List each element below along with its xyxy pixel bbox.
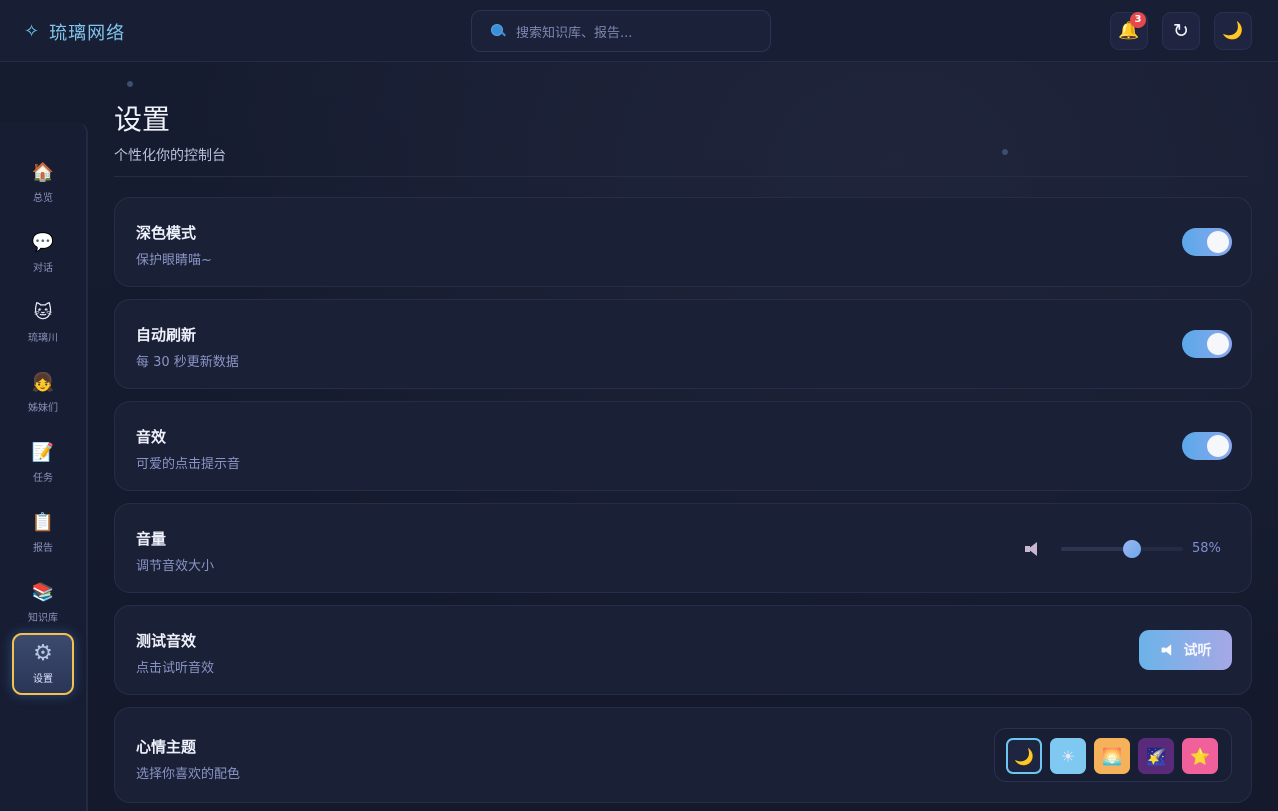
setting-title: 心情主题 xyxy=(136,738,197,756)
search-bar[interactable]: 搜索知识库、报告... xyxy=(471,10,771,52)
sidebar-item-sisters[interactable]: 👧 姊妹们 xyxy=(13,363,73,423)
header-divider xyxy=(114,176,1248,177)
listen-button[interactable]: 试听 xyxy=(1139,630,1232,670)
search-icon xyxy=(490,23,506,39)
search-input[interactable]: 搜索知识库、报告... xyxy=(516,22,632,41)
moon-icon: 🌙 xyxy=(1222,21,1244,41)
sidebar-item-knowledge-base[interactable]: 📚 知识库 xyxy=(13,573,73,633)
volume-slider-fill xyxy=(1061,547,1132,551)
setting-description: 可爱的点击提示音 xyxy=(136,457,241,472)
mood-theme-picker: 🌙 ☀ 🌅 🌠 ⭐ xyxy=(994,728,1232,782)
sidebar-item-label: 设置 xyxy=(33,673,53,685)
setting-description: 调节音效大小 xyxy=(136,559,215,574)
sidebar-item-liulichuan[interactable]: 🐱 琉璃川 xyxy=(13,293,73,353)
setting-auto-refresh: 自动刷新 每 30 秒更新数据 xyxy=(114,299,1252,389)
sunrise-icon: 🌅 xyxy=(1102,746,1122,766)
toggle-knob xyxy=(1207,231,1229,253)
moon-icon: 🌙 xyxy=(1014,746,1034,766)
sidebar: 🏠 总览 💬 对话 🐱 琉璃川 👧 姊妹们 📝 任务 📋 报告 📚 知识库 ⚙ … xyxy=(0,123,88,811)
sidebar-item-label: 任务 xyxy=(33,472,53,484)
sun-icon: ☀ xyxy=(1060,746,1076,766)
setting-title: 深色模式 xyxy=(136,224,197,242)
sidebar-item-label: 姊妹们 xyxy=(28,402,58,414)
listen-button-label: 试听 xyxy=(1183,643,1212,659)
sidebar-item-overview[interactable]: 🏠 总览 xyxy=(13,153,73,213)
sound-toggle[interactable] xyxy=(1182,432,1232,460)
setting-description: 选择你喜欢的配色 xyxy=(136,767,241,782)
setting-description: 点击试听音效 xyxy=(136,661,215,676)
girl-icon: 👧 xyxy=(31,371,55,393)
brand[interactable]: ✧ 琉璃网络 xyxy=(24,18,125,46)
setting-title: 音量 xyxy=(136,530,167,548)
volume-slider-thumb[interactable] xyxy=(1122,540,1141,558)
sidebar-item-tasks[interactable]: 📝 任务 xyxy=(13,433,73,493)
setting-title: 自动刷新 xyxy=(136,326,197,344)
refresh-button[interactable]: ↻ xyxy=(1162,12,1200,50)
gear-icon: ⚙ xyxy=(33,640,53,666)
theme-swatch-sakura[interactable]: ⭐ xyxy=(1182,738,1218,774)
theme-swatch-sunny[interactable]: ☀ xyxy=(1050,738,1086,774)
sidebar-item-label: 总览 xyxy=(33,192,53,204)
books-icon: 📚 xyxy=(31,581,55,603)
decorative-dot xyxy=(1002,149,1008,155)
setting-dark-mode: 深色模式 保护眼睛喵~ xyxy=(114,197,1252,287)
page-title: 设置 xyxy=(114,103,171,136)
dark-mode-toggle[interactable] xyxy=(1182,228,1232,256)
volume-slider[interactable] xyxy=(1061,540,1183,558)
setting-mood-theme: 心情主题 选择你喜欢的配色 🌙 ☀ 🌅 🌠 ⭐ xyxy=(114,707,1252,803)
home-icon: 🏠 xyxy=(31,161,55,183)
page-subtitle: 个性化你的控制台 xyxy=(114,148,226,164)
top-bar: ✧ 琉璃网络 搜索知识库、报告... 🔔 3 ↻ 🌙 xyxy=(0,0,1278,62)
clipboard-icon: 📋 xyxy=(31,511,55,533)
sidebar-item-label: 对话 xyxy=(33,262,53,274)
theme-swatch-sunrise[interactable]: 🌅 xyxy=(1094,738,1130,774)
brand-name: 琉璃网络 xyxy=(49,23,126,44)
setting-title: 音效 xyxy=(136,428,167,446)
chat-bubble-icon: 💬 xyxy=(31,231,55,253)
setting-volume: 音量 调节音效大小 58% xyxy=(114,503,1252,593)
theme-toggle-button[interactable]: 🌙 xyxy=(1214,12,1252,50)
shooting-star-icon: 🌠 xyxy=(1146,746,1166,766)
setting-title: 测试音效 xyxy=(136,632,197,650)
star-icon: ⭐ xyxy=(1190,746,1210,766)
decorative-dot xyxy=(127,81,133,87)
speaker-icon xyxy=(1025,542,1041,556)
setting-description: 每 30 秒更新数据 xyxy=(136,355,239,370)
sidebar-item-chat[interactable]: 💬 对话 xyxy=(13,223,73,283)
sidebar-item-settings[interactable]: ⚙ 设置 xyxy=(12,633,74,695)
notification-button[interactable]: 🔔 3 xyxy=(1110,12,1148,50)
memo-icon: 📝 xyxy=(31,441,55,463)
sparkle-icon: ✧ xyxy=(24,21,40,42)
sidebar-item-label: 琉璃川 xyxy=(28,332,58,344)
setting-sound: 音效 可爱的点击提示音 xyxy=(114,401,1252,491)
speaker-icon xyxy=(1161,644,1174,655)
sidebar-item-label: 知识库 xyxy=(28,612,58,624)
auto-refresh-toggle[interactable] xyxy=(1182,330,1232,358)
notification-badge: 3 xyxy=(1130,12,1146,28)
setting-test-sound: 测试音效 点击试听音效 试听 xyxy=(114,605,1252,695)
theme-swatch-shooting-star[interactable]: 🌠 xyxy=(1138,738,1174,774)
sidebar-item-label: 报告 xyxy=(33,542,53,554)
toggle-knob xyxy=(1207,333,1229,355)
refresh-icon: ↻ xyxy=(1173,20,1189,42)
toggle-knob xyxy=(1207,435,1229,457)
volume-value: 58% xyxy=(1192,541,1221,556)
cat-face-icon: 🐱 xyxy=(33,301,53,323)
setting-description: 保护眼睛喵~ xyxy=(136,253,212,268)
sidebar-item-reports[interactable]: 📋 报告 xyxy=(13,503,73,563)
theme-swatch-night[interactable]: 🌙 xyxy=(1006,738,1042,774)
